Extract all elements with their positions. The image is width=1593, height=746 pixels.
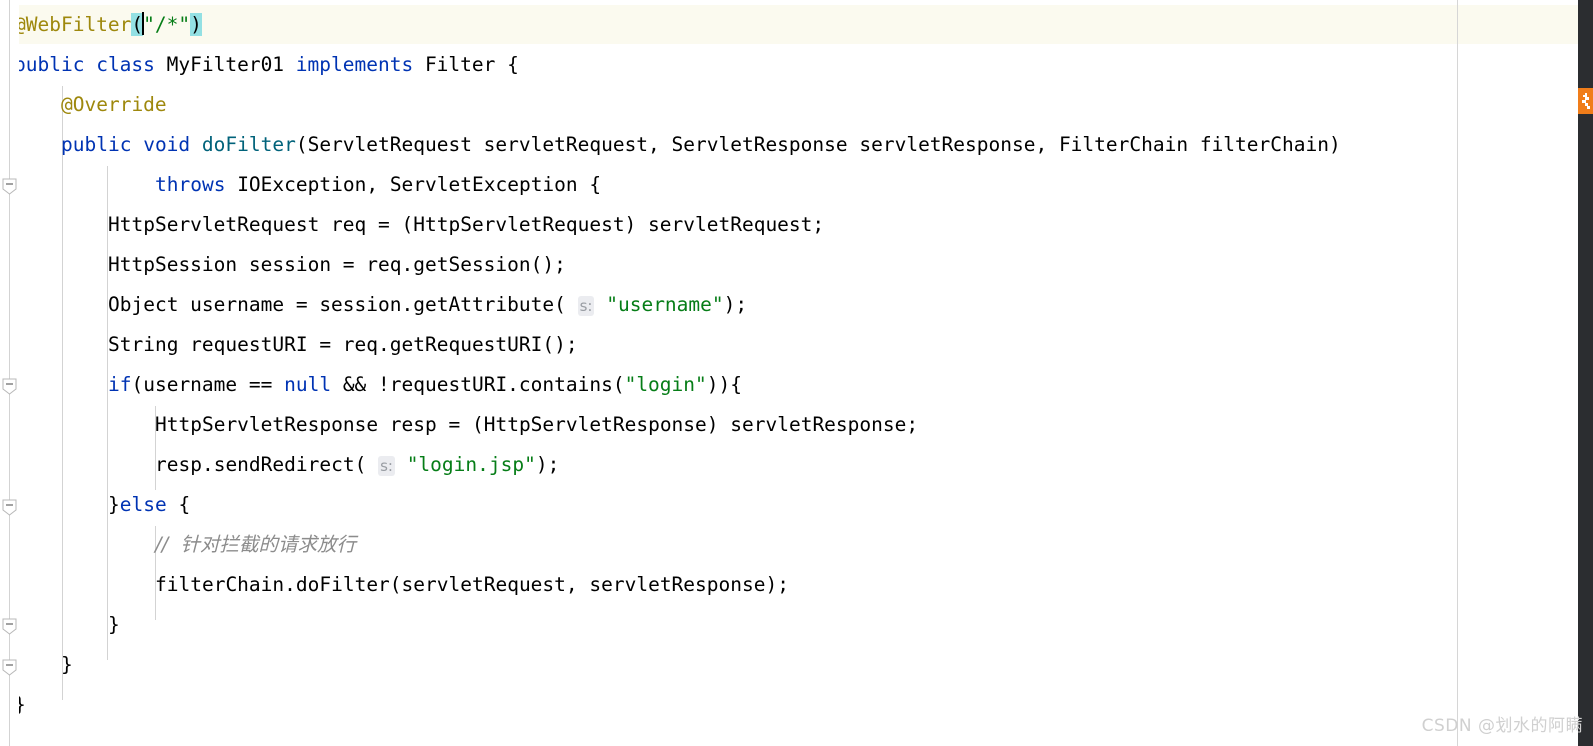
code-token-hint: s:	[378, 456, 395, 476]
code-token-plain: );	[535, 453, 560, 476]
code-text-area[interactable]: @WebFilter("/*") public class MyFilter01 …	[0, 0, 1578, 746]
code-line[interactable]: throws IOException, ServletException {	[155, 165, 601, 205]
code-line[interactable]: }	[61, 645, 73, 685]
code-token-cmt: // 针对拦截的请求放行	[155, 533, 357, 556]
code-line[interactable]: resp.sendRedirect( s: "login.jsp");	[155, 445, 559, 485]
code-line[interactable]: }	[108, 605, 120, 645]
fold-marker-if[interactable]	[1, 499, 18, 516]
fold-marker-else[interactable]	[1, 618, 18, 635]
code-token-kw: class	[96, 53, 155, 76]
code-token-plain: IOException, ServletException {	[225, 173, 602, 196]
code-token-plain: String requestURI = req.getRequestURI();	[108, 333, 578, 356]
code-token-plain: HttpServletResponse resp = (HttpServletR…	[155, 413, 919, 436]
code-token-meth: doFilter	[201, 133, 296, 156]
code-token-kw: implements	[295, 53, 414, 76]
editor-gutter[interactable]	[0, 0, 19, 746]
fold-marker-block[interactable]	[1, 659, 18, 676]
vertical-scrollbar[interactable]	[1578, 0, 1593, 746]
code-token-plain: HttpServletRequest req = (HttpServletReq…	[108, 213, 825, 236]
code-line[interactable]: }else {	[108, 485, 190, 525]
code-token-str: "username"	[606, 293, 724, 316]
code-token-plain: }	[108, 613, 120, 636]
code-token-plain: {	[166, 493, 191, 516]
code-line[interactable]: // 针对拦截的请求放行	[155, 525, 356, 565]
code-token-plain: (username ==	[131, 373, 285, 396]
code-token-ann: @Override	[61, 93, 167, 116]
code-token-plain: );	[723, 293, 748, 316]
code-token-plain: }	[108, 493, 120, 516]
code-line[interactable]: filterChain.doFilter(servletRequest, ser…	[155, 565, 789, 605]
error-stripe-marker[interactable]	[1578, 88, 1593, 114]
code-line[interactable]: HttpServletResponse resp = (HttpServletR…	[155, 405, 918, 445]
fold-marker-class[interactable]	[1, 178, 18, 195]
code-token-ann: @WebFilter	[14, 13, 132, 36]
code-token-plain: filterChain.doFilter(servletRequest, ser…	[155, 573, 789, 596]
code-line[interactable]: HttpServletRequest req = (HttpServletReq…	[108, 205, 824, 245]
watermark: CSDN @划水的阿瞒	[1421, 716, 1583, 736]
code-token-str: "login"	[624, 373, 707, 396]
code-token-str: "login.jsp"	[406, 453, 536, 476]
code-line[interactable]: @Override	[61, 85, 167, 125]
code-token-kw: throws	[155, 173, 226, 196]
code-token-kw: null	[284, 373, 332, 396]
code-token-plain: resp.sendRedirect(	[155, 453, 379, 476]
code-editor[interactable]: @WebFilter("/*") public class MyFilter01 …	[0, 0, 1593, 746]
code-line[interactable]: HttpSession session = req.getSession();	[108, 245, 566, 285]
code-token-plain: (ServletRequest servletRequest, ServletR…	[295, 133, 1341, 156]
code-token-kw: void	[143, 133, 191, 156]
code-token-kw: public	[61, 133, 132, 156]
code-line[interactable]: @WebFilter("/*")	[14, 5, 202, 45]
code-token-plain: }	[61, 653, 73, 676]
code-token-hint: s:	[577, 296, 595, 316]
code-token-str: "/*"	[143, 13, 191, 36]
code-token-plain: && !requestURI.contains(	[331, 373, 625, 396]
code-token-brmatch: )	[190, 13, 202, 36]
code-line[interactable]: public class MyFilter01 implements Filte…	[14, 45, 519, 85]
code-line[interactable]: if(username == null && !requestURI.conta…	[108, 365, 742, 405]
code-token-plain: MyFilter01	[154, 53, 296, 76]
code-line[interactable]: Object username = session.getAttribute( …	[108, 285, 747, 325]
code-token-kw: public	[14, 53, 85, 76]
code-token-plain: )){	[706, 373, 742, 396]
code-token-plain: HttpSession session = req.getSession();	[108, 253, 566, 276]
code-token-kw: if	[108, 373, 132, 396]
fold-marker-method[interactable]	[1, 378, 18, 395]
code-token-plain: Object username = session.getAttribute(	[108, 293, 578, 316]
code-token-plain: Filter {	[413, 53, 519, 76]
code-line[interactable]: String requestURI = req.getRequestURI();	[108, 325, 578, 365]
code-token-kw: else	[119, 493, 167, 516]
code-line[interactable]: public void doFilter(ServletRequest serv…	[61, 125, 1341, 165]
